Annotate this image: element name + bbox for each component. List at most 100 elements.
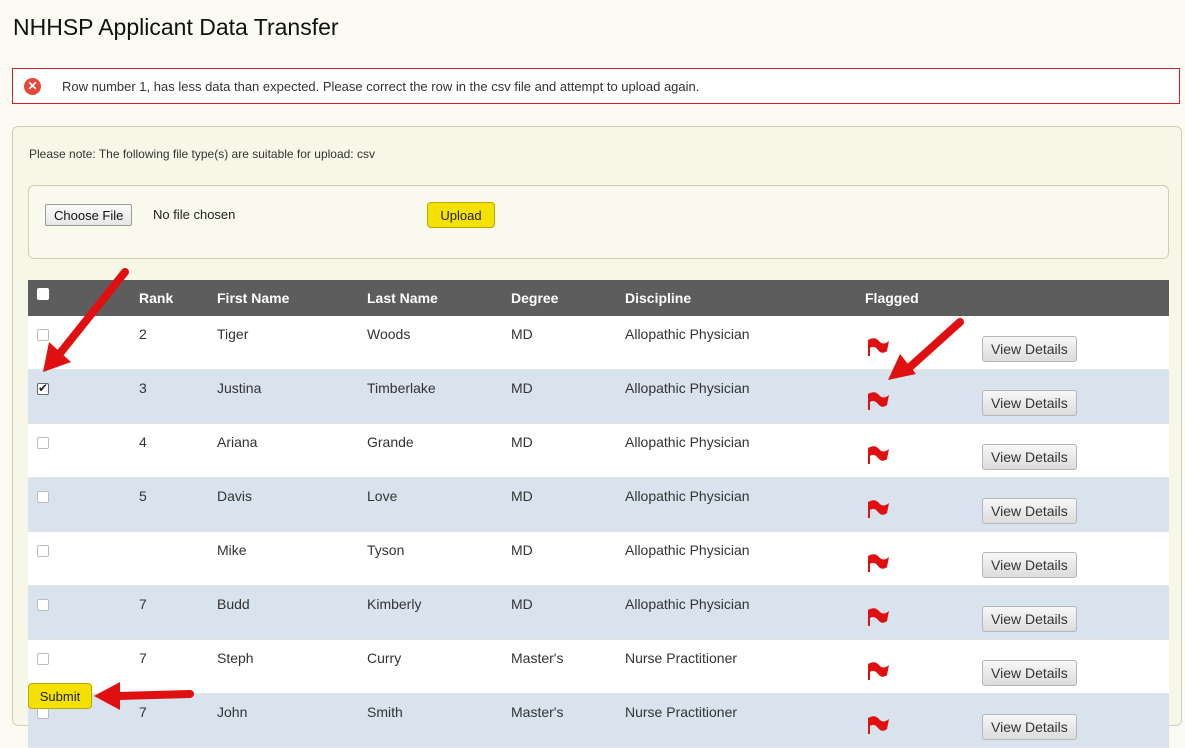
first-name-cell: Tiger	[217, 316, 367, 370]
first-name-cell: Steph	[217, 639, 367, 694]
red-flag-icon[interactable]	[865, 390, 891, 412]
select-all-header[interactable]	[28, 280, 139, 316]
red-flag-icon[interactable]	[865, 498, 891, 520]
red-flag-icon[interactable]	[865, 444, 891, 466]
rank-cell: 7	[139, 693, 217, 748]
view-details-button[interactable]: View Details	[982, 497, 1077, 524]
last-name-cell: Timberlake	[367, 369, 511, 424]
header-last-name[interactable]: Last Name	[367, 280, 511, 316]
red-flag-icon[interactable]	[865, 660, 891, 682]
flag-cell	[865, 423, 982, 478]
first-name-cell: Budd	[217, 585, 367, 640]
actions-cell: View Details	[982, 639, 1169, 694]
file-upload-box	[28, 185, 1169, 259]
actions-cell: View Details	[982, 477, 1169, 532]
rank-cell: 3	[139, 369, 217, 424]
rank-cell: 5	[139, 477, 217, 532]
flag-cell	[865, 477, 982, 532]
header-degree[interactable]: Degree	[511, 280, 625, 316]
rank-cell	[139, 531, 217, 586]
view-details-button[interactable]: View Details	[982, 605, 1077, 632]
applicant-table: Rank First Name Last Name Degree Discipl…	[28, 280, 1169, 748]
table-header-row: Rank First Name Last Name Degree Discipl…	[28, 280, 1169, 316]
error-message: Row number 1, has less data than expecte…	[62, 78, 700, 94]
page-title: NHHSP Applicant Data Transfer	[13, 14, 339, 40]
row-select-cell	[28, 369, 139, 424]
view-details-button[interactable]: View Details	[982, 659, 1077, 686]
view-details-button[interactable]: View Details	[982, 713, 1077, 740]
first-name-cell: John	[217, 693, 367, 748]
discipline-cell: Nurse Practitioner	[625, 639, 865, 694]
last-name-cell: Grande	[367, 423, 511, 478]
discipline-cell: Allopathic Physician	[625, 369, 865, 424]
table-row: 4 Ariana Grande MD Allopathic Physician View …	[28, 423, 1169, 478]
row-select-cell	[28, 316, 139, 370]
row-checkbox[interactable]	[37, 598, 49, 611]
last-name-cell: Love	[367, 477, 511, 532]
actions-cell: View Details	[982, 693, 1169, 748]
table-row: 7 Steph Curry Master's Nurse Practitioner Vie…	[28, 639, 1169, 694]
table-row: 2 Tiger Woods MD Allopathic Physician View De…	[28, 316, 1169, 370]
header-first-name[interactable]: First Name	[217, 280, 367, 316]
actions-cell: View Details	[982, 531, 1169, 586]
row-checkbox[interactable]	[37, 328, 49, 341]
table-row: 7 Budd Kimberly MD Allopathic Physician View …	[28, 585, 1169, 640]
flag-cell	[865, 585, 982, 640]
actions-cell: View Details	[982, 585, 1169, 640]
flag-cell	[865, 316, 982, 370]
discipline-cell: Allopathic Physician	[625, 531, 865, 586]
degree-cell: MD	[511, 477, 625, 532]
view-details-button[interactable]: View Details	[982, 443, 1077, 470]
flag-cell	[865, 693, 982, 748]
row-select-cell	[28, 531, 139, 586]
flag-cell	[865, 369, 982, 424]
degree-cell: MD	[511, 316, 625, 370]
discipline-cell: Nurse Practitioner	[625, 693, 865, 748]
discipline-cell: Allopathic Physician	[625, 477, 865, 532]
header-discipline[interactable]: Discipline	[625, 280, 865, 316]
row-select-cell	[28, 477, 139, 532]
first-name-cell: Mike	[217, 531, 367, 586]
red-flag-icon[interactable]	[865, 336, 891, 358]
view-details-button[interactable]: View Details	[982, 551, 1077, 578]
first-name-cell: Justina	[217, 369, 367, 424]
first-name-cell: Davis	[217, 477, 367, 532]
degree-cell: MD	[511, 585, 625, 640]
view-details-button[interactable]: View Details	[982, 389, 1077, 416]
row-checkbox[interactable]	[37, 436, 49, 449]
row-checkbox[interactable]	[37, 544, 49, 557]
row-select-cell	[28, 585, 139, 640]
view-details-button[interactable]: View Details	[982, 335, 1077, 362]
last-name-cell: Curry	[367, 639, 511, 694]
degree-cell: MD	[511, 423, 625, 478]
first-name-cell: Ariana	[217, 423, 367, 478]
choose-file-button[interactable]: Choose File	[45, 204, 133, 226]
file-type-note: Please note: The following file type(s) …	[29, 147, 375, 161]
table-row: Mike Tyson MD Allopathic Physician View Deta…	[28, 531, 1169, 586]
table-row: 3JustinaTimberlakeMDAllopathic Physician…	[28, 369, 1169, 424]
header-rank[interactable]: Rank	[139, 280, 217, 316]
error-banner: ✕ Row number 1, has less data than expec…	[12, 68, 1180, 104]
error-x-icon: ✕	[24, 77, 41, 95]
row-checkbox[interactable]	[37, 381, 49, 395]
header-flagged[interactable]: Flagged	[865, 280, 982, 316]
submit-button[interactable]: Submit	[28, 683, 92, 709]
rank-cell: 7	[139, 639, 217, 694]
flag-cell	[865, 531, 982, 586]
flag-cell	[865, 639, 982, 694]
discipline-cell: Allopathic Physician	[625, 585, 865, 640]
red-flag-icon[interactable]	[865, 606, 891, 628]
upload-button[interactable]: Upload	[427, 202, 495, 228]
actions-cell: View Details	[982, 316, 1169, 370]
degree-cell: MD	[511, 369, 625, 424]
discipline-cell: Allopathic Physician	[625, 316, 865, 370]
row-checkbox[interactable]	[37, 490, 49, 503]
last-name-cell: Tyson	[367, 531, 511, 586]
red-flag-icon[interactable]	[865, 552, 891, 574]
discipline-cell: Allopathic Physician	[625, 423, 865, 478]
red-flag-icon[interactable]	[865, 714, 891, 736]
last-name-cell: Kimberly	[367, 585, 511, 640]
select-all-checkbox[interactable]	[37, 288, 49, 300]
actions-cell: View Details	[982, 369, 1169, 424]
row-checkbox[interactable]	[37, 652, 49, 665]
